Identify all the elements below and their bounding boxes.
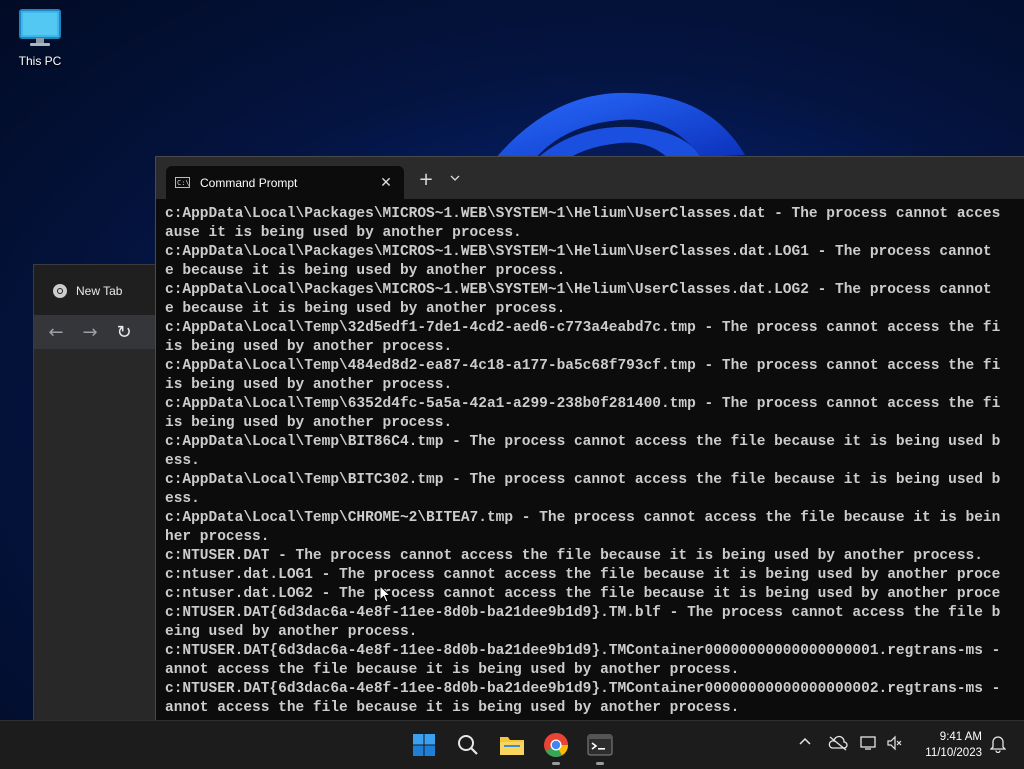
terminal-line: c:NTUSER.DAT{6d3dac6a-4e8f-11ee-8d0b-ba2… [165,643,1001,659]
terminal-tab-title: Command Prompt [200,175,298,190]
chevron-down-icon [450,175,460,181]
terminal-line: c:ntuser.dat.LOG1 - The process cannot a… [165,567,1001,583]
back-button[interactable]: ← [46,322,66,343]
chrome-icon [53,284,67,298]
new-tab-button[interactable]: + [416,171,436,189]
chrome-icon [544,733,568,758]
reload-button[interactable]: ↻ [114,322,134,343]
running-indicator [552,762,560,765]
terminal-line: c:AppData\Local\Packages\MICROS~1.WEB\SY… [165,206,1001,222]
terminal-line: c:NTUSER.DAT{6d3dac6a-4e8f-11ee-8d0b-ba2… [165,605,1001,621]
terminal-line: ause it is being used by another process… [165,225,522,241]
network-icon [860,736,876,750]
close-tab-button[interactable]: ✕ [374,175,398,191]
clock[interactable]: 9:41 AM 11/10/2023 [925,729,982,761]
terminal-line: c:ntuser.dat.LOG2 - The process cannot a… [165,586,1001,602]
start-icon [413,734,435,756]
terminal-line: c:NTUSER.DAT - The process cannot access… [165,548,983,564]
desktop-icon-label: This PC [18,54,62,68]
terminal-line: c:AppData\Local\Temp\6352d4fc-5a5a-42a1-… [165,396,1001,412]
volume-icon [887,735,902,751]
file-explorer-icon [500,737,524,755]
tab-dropdown-button[interactable] [446,172,464,186]
terminal-titlebar[interactable]: C:\ Command Prompt ✕ + [156,157,1024,199]
terminal-line: her process. [165,529,270,545]
command-prompt-icon: C:\ [175,177,190,188]
browser-tab-title: New Tab [76,284,123,298]
terminal-line: c:AppData\Local\Packages\MICROS~1.WEB\SY… [165,244,992,260]
mouse-cursor-icon [379,585,391,603]
terminal-taskbar-button[interactable] [584,729,616,765]
search-button[interactable] [452,729,484,761]
terminal-line: is being used by another process. [165,377,453,393]
monitor-icon [19,9,61,46]
clock-time: 9:41 AM [939,731,982,743]
clock-date: 11/10/2023 [925,747,982,759]
network-tray-button[interactable] [860,735,878,755]
terminal-line: is being used by another process. [165,415,453,431]
terminal-line: c:AppData\Local\Temp\CHROME~2\BITEA7.tmp… [165,510,1001,526]
running-indicator [596,762,604,765]
bell-icon [989,736,1007,754]
terminal-line: annot access the file because it is bein… [165,662,740,678]
forward-button[interactable]: → [80,322,100,343]
onedrive-icon [828,735,848,751]
browser-tab-new-tab[interactable]: New Tab [42,275,132,307]
onedrive-tray-button[interactable] [828,735,848,755]
terminal-line: c:AppData\Local\Temp\484ed8d2-ea87-4c18-… [165,358,1001,374]
terminal-output[interactable]: c:AppData\Local\Packages\MICROS~1.WEB\SY… [165,205,1024,721]
search-icon [458,735,478,755]
terminal-line: is being used by another process. [165,339,453,355]
terminal-line: eing used by another process. [165,624,418,640]
volume-tray-button[interactable] [886,735,904,755]
terminal-line: c:AppData\Local\Temp\BITC302.tmp - The p… [165,472,1001,488]
terminal-line: c:AppData\Local\Temp\32d5edf1-7de1-4cd2-… [165,320,1001,336]
terminal-line: annot access the file because it is bein… [165,700,740,716]
terminal-window[interactable]: C:\ Command Prompt ✕ + c:AppData\Local\P… [155,156,1024,721]
terminal-icon [587,734,613,756]
taskbar: 9:41 AM 11/10/2023 [0,720,1024,769]
terminal-line: e because it is being used by another pr… [165,263,566,279]
terminal-line: e because it is being used by another pr… [165,301,566,317]
show-hidden-icons-button[interactable] [798,735,812,753]
chrome-button[interactable] [540,729,572,765]
terminal-line: c:AppData\Local\Temp\BIT86C4.tmp - The p… [165,434,1001,450]
terminal-line: c:AppData\Local\Packages\MICROS~1.WEB\SY… [165,282,992,298]
chevron-up-icon [799,737,811,745]
file-explorer-button[interactable] [496,729,528,761]
desktop-icon-this-pc[interactable]: This PC [10,8,70,68]
terminal-line: c:NTUSER.DAT{6d3dac6a-4e8f-11ee-8d0b-ba2… [165,681,1001,697]
notifications-button[interactable] [989,735,1007,757]
terminal-line: ess. [165,453,200,469]
terminal-tab-command-prompt[interactable]: C:\ Command Prompt ✕ [166,166,404,199]
start-button[interactable] [408,729,440,761]
terminal-line: ess. [165,491,200,507]
